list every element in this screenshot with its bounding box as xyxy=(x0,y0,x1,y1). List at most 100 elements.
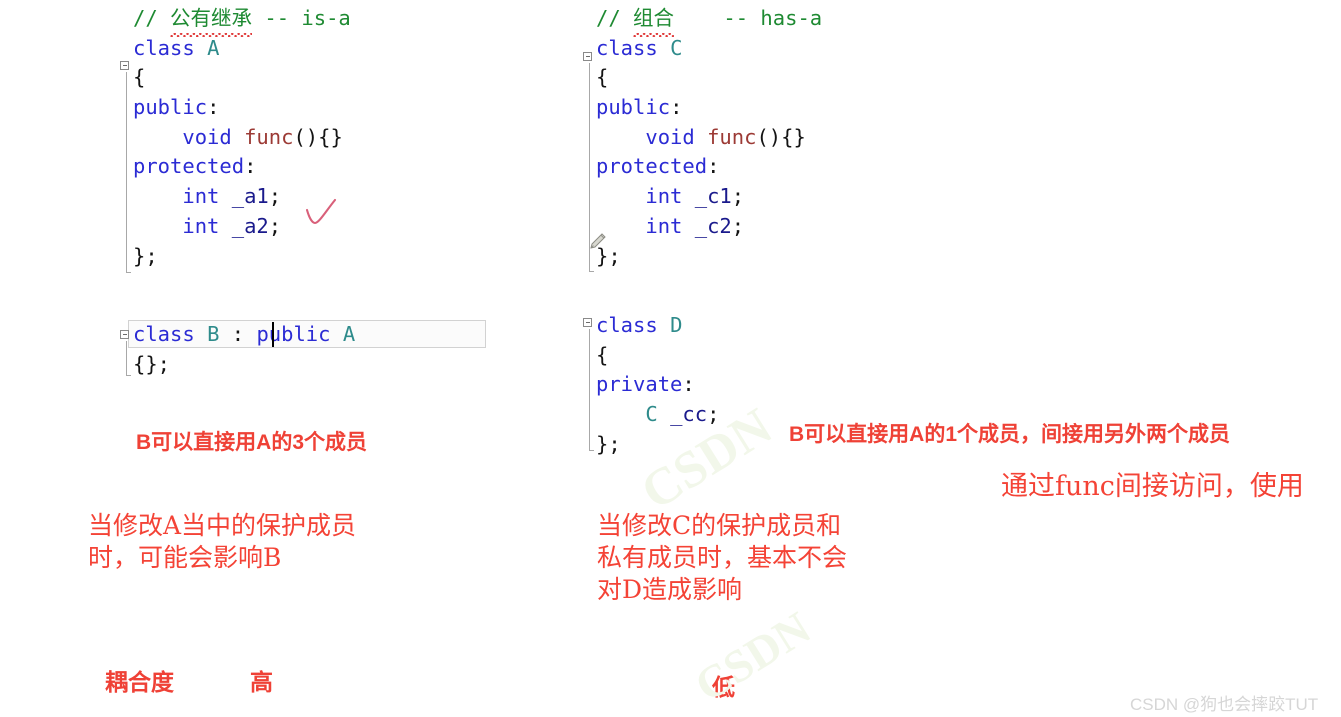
background-watermark-2: CSDN xyxy=(686,601,820,712)
code-token-punct: : xyxy=(707,154,720,179)
code-token-ident: _a1 xyxy=(231,184,269,209)
code-fold-guide-class-a xyxy=(126,72,131,273)
code-line[interactable]: class A xyxy=(133,34,351,64)
code-token-keyword: private xyxy=(596,372,683,397)
code-token-type: C xyxy=(670,35,683,60)
code-token-keyword: void xyxy=(182,124,232,149)
code-token-punct: { xyxy=(596,65,609,90)
code-line[interactable]: private: xyxy=(596,370,719,400)
code-fold-toggle-class-b[interactable] xyxy=(120,330,129,339)
code-token-comment: 组合 xyxy=(633,6,675,37)
handdrawn-checkmark-annotation xyxy=(305,198,337,225)
csdn-watermark: CSDN @狗也会摔跤TUT xyxy=(1130,695,1319,714)
code-line[interactable]: class B : public A xyxy=(133,320,355,350)
code-block-class-a[interactable]: // 公有继承 -- is-a class A{public: void func… xyxy=(133,4,351,271)
code-line[interactable]: protected: xyxy=(133,152,351,182)
code-line[interactable]: class C xyxy=(596,34,822,64)
code-line[interactable]: void func(){} xyxy=(596,123,822,153)
code-token-comment: // xyxy=(596,6,634,30)
code-token-punct: : xyxy=(244,154,257,179)
code-token-punct: : xyxy=(670,95,683,120)
code-line[interactable]: }; xyxy=(596,242,822,272)
code-line[interactable]: public: xyxy=(133,93,351,123)
code-token-punct: }; xyxy=(133,243,158,268)
code-token-punct: (){} xyxy=(756,124,806,149)
code-line[interactable]: { xyxy=(596,341,719,371)
spellcheck-squiggle: 公有继承 xyxy=(170,4,253,37)
code-line[interactable]: { xyxy=(596,63,822,93)
code-token-keyword: void xyxy=(645,124,695,149)
coupling-value-high: 高 xyxy=(250,669,273,695)
code-token-punct: ; xyxy=(731,213,745,238)
code-fold-guide-class-b xyxy=(126,341,131,376)
code-line[interactable]: // 组合 -- has-a xyxy=(596,4,823,37)
code-token-ident: _c2 xyxy=(694,213,732,238)
code-token-punct: { xyxy=(133,65,146,90)
code-token-comment: -- has-a xyxy=(674,6,823,30)
code-fold-guide-class-d xyxy=(589,329,594,451)
code-token-type: A xyxy=(342,322,356,346)
code-token-ident: _a2 xyxy=(231,213,269,238)
code-line[interactable]: class D xyxy=(596,311,719,341)
code-line[interactable]: int _c2; xyxy=(596,212,822,242)
code-token-keyword: public xyxy=(256,322,331,346)
code-token-keyword: int xyxy=(645,213,683,238)
code-token-keyword: protected xyxy=(596,154,708,179)
code-line[interactable]: { xyxy=(133,63,351,93)
code-token-keyword: class xyxy=(596,313,671,337)
code-token-type: A xyxy=(207,35,220,60)
code-token-comment: 公有继承 xyxy=(170,6,253,37)
spellcheck-squiggle: 组合 xyxy=(633,4,675,37)
code-line[interactable]: protected: xyxy=(596,152,822,182)
code-token-type: C xyxy=(645,402,658,427)
code-token-keyword: int xyxy=(182,213,220,238)
code-block-class-d[interactable]: class D{private: C _cc;}; xyxy=(596,311,719,459)
code-line[interactable]: C _cc; xyxy=(596,400,719,430)
annotation-left-members: B可以直接用A的3个成员 xyxy=(136,431,368,454)
code-token-punct: ; xyxy=(707,402,720,427)
code-block-class-b[interactable]: class B : public A {}; xyxy=(133,320,355,379)
code-fold-toggle-class-d[interactable] xyxy=(583,318,592,327)
code-line[interactable]: }; xyxy=(596,430,719,460)
code-token-keyword: int xyxy=(182,184,220,209)
code-token-comment: // xyxy=(133,6,171,30)
code-fold-toggle-class-c[interactable] xyxy=(583,52,592,61)
code-line[interactable]: int _c1; xyxy=(596,182,822,212)
code-line[interactable]: }; xyxy=(133,242,351,272)
code-token-punct: }; xyxy=(596,431,621,456)
code-token-keyword: int xyxy=(645,184,683,209)
code-token-func: func xyxy=(707,124,757,149)
code-token-type: D xyxy=(670,313,683,337)
code-token-func: func xyxy=(244,124,294,149)
code-block-class-c[interactable]: // 组合 -- has-a class C{public: void func(… xyxy=(596,4,822,271)
annotation-right-access: 通过func间接访问，使用 xyxy=(1001,471,1304,502)
code-token-comment: -- is-a xyxy=(252,6,351,30)
code-fold-toggle-class-a[interactable] xyxy=(120,61,129,70)
code-token-keyword: class xyxy=(133,35,208,60)
code-token-punct: { xyxy=(596,342,609,367)
pencil-edit-marker-icon xyxy=(590,233,606,249)
code-token-type: B xyxy=(207,322,220,346)
code-line[interactable]: public: xyxy=(596,93,822,123)
code-token-punct: {}; xyxy=(133,351,171,376)
code-token-punct: : xyxy=(219,322,257,346)
code-token-keyword: public xyxy=(596,95,671,120)
text-caret xyxy=(272,322,274,347)
code-token-punct: : xyxy=(207,95,220,120)
code-line[interactable]: void func(){} xyxy=(133,123,351,153)
code-line[interactable]: {}; xyxy=(133,350,355,380)
code-line[interactable]: // 公有继承 -- is-a xyxy=(133,4,351,37)
code-token-punct: ; xyxy=(268,213,282,238)
annotation-right-effect: 当修改C的保护成员和 私有成员时，基本不会 对D造成影响 xyxy=(597,511,848,604)
